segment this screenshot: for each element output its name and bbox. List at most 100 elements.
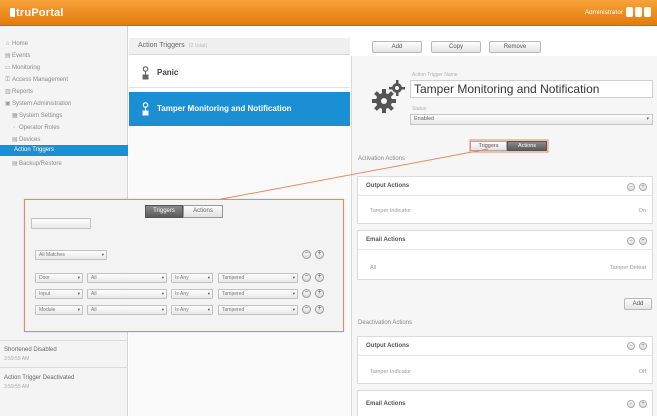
trigger-list-header: Action Triggers (2 total) [129, 38, 350, 55]
dropdown-arrow-icon: ▾ [161, 307, 164, 312]
sidebar-item-system-administration[interactable]: ▣System Administration [5, 100, 71, 109]
sidebar-item-system-settings[interactable]: ▦System Settings [12, 112, 62, 121]
current-user-label[interactable]: Administrator [585, 9, 623, 16]
settings-icon[interactable] [635, 7, 642, 17]
remove-condition-icon[interactable]: − [302, 250, 311, 259]
header-icons [626, 7, 651, 17]
condition-state-select[interactable]: Tampered ▾ [218, 305, 298, 315]
condition-operator-select[interactable]: Is Any ▾ [171, 273, 213, 283]
sidebar-divider [0, 367, 128, 368]
dropdown-arrow-icon: ▾ [161, 275, 164, 280]
dropdown-arrow-icon: ▾ [161, 291, 164, 296]
condition-state-select[interactable]: Tampered ▾ [218, 273, 298, 283]
status-label: Status [412, 106, 427, 112]
app-logo[interactable]: truPortal [10, 7, 64, 19]
add-circle-icon[interactable]: + [639, 183, 647, 191]
condition-type-select[interactable]: Door ▾ [35, 273, 83, 283]
sidebar-item-access-management[interactable]: ⚿ Access Management [5, 76, 68, 85]
sidebar-item-devices[interactable]: ▤Devices [12, 136, 40, 145]
condition-device-select[interactable]: All ▾ [87, 305, 167, 315]
condition-operator-select[interactable]: Is Any ▾ [171, 305, 213, 315]
monitor-icon: ▭ [5, 65, 11, 71]
logout-icon[interactable] [644, 7, 651, 17]
logo-mark-icon [10, 8, 15, 17]
add-circle-icon[interactable]: + [639, 237, 647, 245]
box-title: Output Actions [366, 183, 410, 189]
help-icon[interactable] [626, 7, 633, 17]
remove-condition-icon[interactable]: − [302, 305, 311, 314]
zoom-search-field[interactable] [31, 218, 91, 229]
dropdown-arrow-icon: ▾ [292, 307, 295, 312]
add-condition-icon[interactable]: + [315, 273, 324, 282]
toggle-actions[interactable]: Actions [507, 141, 547, 151]
roles-icon: ◦ [13, 125, 16, 131]
events-icon: ▤ [5, 53, 11, 59]
remove-circle-icon[interactable]: − [627, 400, 635, 408]
sidebar-item-operator-roles[interactable]: ◦ Operator Roles [12, 124, 59, 133]
remove-circle-icon[interactable]: − [627, 342, 635, 350]
add-circle-icon[interactable]: + [639, 400, 647, 408]
trigger-name: Panic [157, 68, 179, 77]
home-icon: ⌂ [5, 41, 10, 47]
sidebar-item-label: Action Triggers [14, 147, 55, 153]
backup-icon: ▤ [12, 161, 18, 167]
gear-icon [372, 80, 405, 113]
toggle-triggers[interactable]: Triggers [470, 141, 507, 151]
devices-icon: ▤ [12, 137, 18, 143]
match-select[interactable]: All Matches ▾ [35, 250, 107, 260]
condition-operator-select[interactable]: Is Any ▾ [171, 289, 213, 299]
remove-circle-icon[interactable]: − [627, 237, 635, 245]
condition-state-select[interactable]: Tampered ▾ [218, 289, 298, 299]
dropdown-arrow-icon: ▾ [77, 307, 80, 312]
remove-condition-icon[interactable]: − [302, 273, 311, 282]
add-action-button[interactable]: Add [624, 298, 652, 310]
dropdown-arrow-icon: ▾ [292, 291, 295, 296]
dropdown-arrow-icon: ▾ [77, 275, 80, 280]
dropdown-arrow-icon: ▾ [207, 275, 210, 280]
add-circle-icon[interactable]: + [639, 342, 647, 350]
dropdown-arrow-icon: ▾ [77, 291, 80, 296]
sidebar-item-action-triggers[interactable]: Action Triggers [0, 145, 128, 156]
dropdown-arrow-icon: ▾ [101, 252, 104, 257]
remove-circle-icon[interactable]: − [627, 183, 635, 191]
add-button[interactable]: Add [372, 41, 422, 53]
condition-device-select[interactable]: All ▾ [87, 273, 167, 283]
deactivation-actions-title: Deactivation Actions [358, 320, 413, 326]
deactivation-email-actions: Email Actions [357, 390, 653, 416]
sidebar-item-monitoring[interactable]: ▭Monitoring [5, 64, 40, 73]
copy-button[interactable]: Copy [431, 41, 481, 53]
sidebar-item-home[interactable]: ⌂ Home [5, 40, 28, 49]
sidebar-item-backup-restore[interactable]: ▤Backup/Restore [12, 160, 62, 169]
remove-button[interactable]: Remove [489, 41, 541, 53]
status-select[interactable]: Enabled ▾ [410, 114, 653, 125]
zoom-toggle-triggers[interactable]: Triggers [145, 205, 183, 218]
sidebar-divider [0, 340, 128, 341]
trigger-count: (2 total) [188, 43, 208, 49]
remove-condition-icon[interactable]: − [302, 289, 311, 298]
add-condition-icon[interactable]: + [315, 305, 324, 314]
dropdown-arrow-icon: ▾ [646, 116, 649, 122]
activation-output-actions: Output Actions Tamper Indicator On [357, 176, 653, 224]
condition-type-select[interactable]: Input ▾ [35, 289, 83, 299]
trigger-name: Tamper Monitoring and Notification [157, 104, 292, 113]
key-icon: ⚿ [5, 77, 10, 83]
activation-email-actions: Email Actions All Tamper Defeat [357, 230, 653, 280]
box-title: Email Actions [366, 401, 406, 407]
sidebar-item-reports[interactable]: ▥Reports [5, 88, 33, 97]
dropdown-arrow-icon: ▾ [207, 291, 210, 296]
add-condition-icon[interactable]: + [315, 289, 324, 298]
condition-type-select[interactable]: Module ▾ [35, 305, 83, 315]
activation-actions-title: Activation Actions [358, 156, 406, 162]
sidebar-item-events[interactable]: ▤Events [5, 52, 30, 61]
trigger-list-item-panic[interactable]: Panic [129, 58, 350, 88]
deactivation-output-actions: Output Actions Tamper Indicator Off [357, 336, 653, 384]
trigger-list-item-tamper[interactable]: Tamper Monitoring and Notification [129, 92, 350, 126]
trigger-name-input[interactable]: Tamper Monitoring and Notification [410, 80, 653, 98]
admin-icon: ▣ [5, 101, 11, 107]
trigger-icon [142, 102, 149, 116]
zoom-toggle-actions[interactable]: Actions [183, 205, 223, 218]
page-title: Action Triggers (2 total) [138, 42, 208, 49]
condition-device-select[interactable]: All ▾ [87, 289, 167, 299]
action-row-value: On [638, 208, 646, 214]
add-condition-icon[interactable]: + [315, 250, 324, 259]
